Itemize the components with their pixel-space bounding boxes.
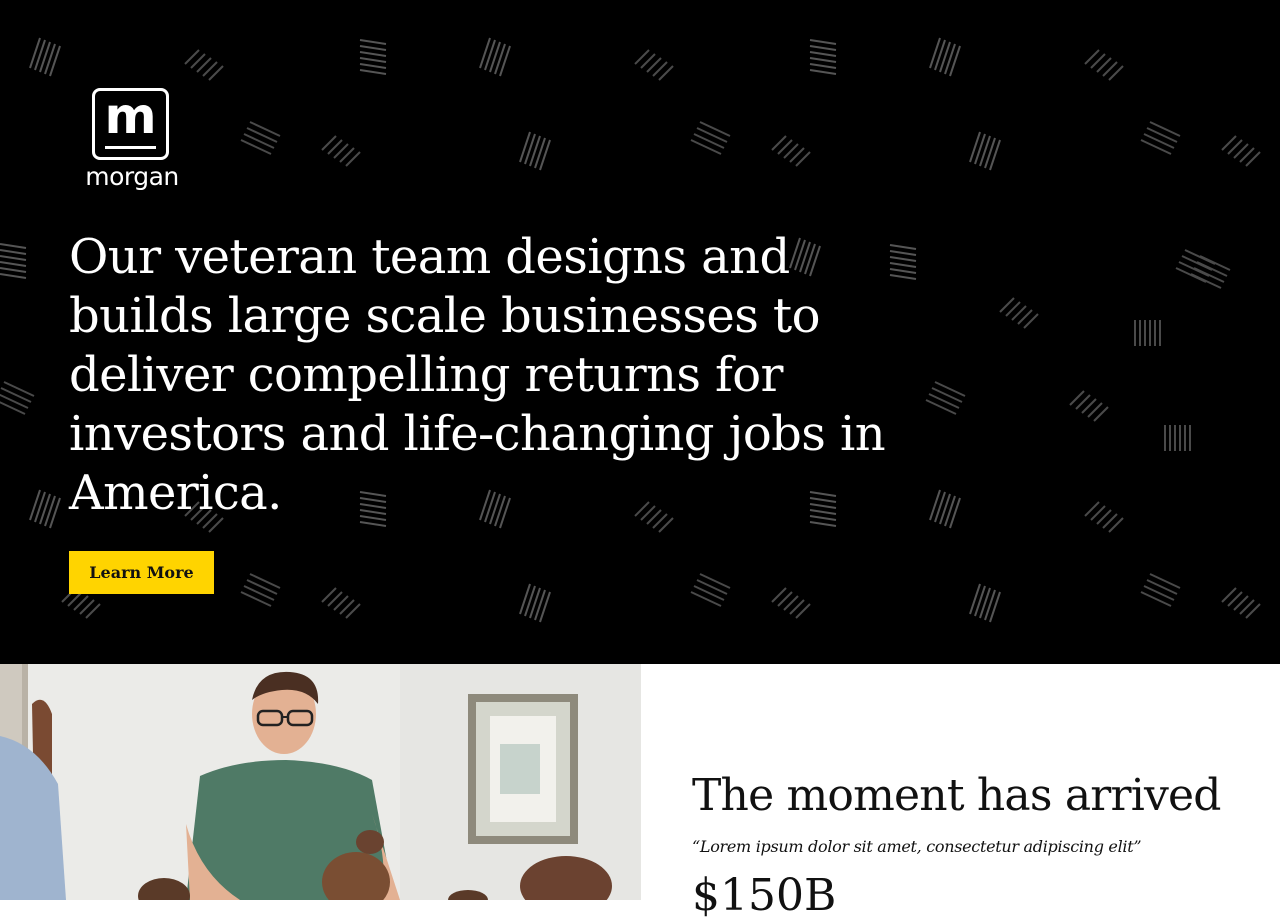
- feature-content: The moment has arrived “Lorem ipsum dolo…: [692, 664, 1252, 921]
- logo-mark: m: [92, 87, 169, 160]
- feature-stat: $150B: [692, 870, 837, 921]
- feature-quote: “Lorem ipsum dolor sit amet, consectetur…: [692, 837, 1142, 856]
- hero-section: m morgan Our veteran team designs and bu…: [0, 0, 1280, 664]
- feature-title: The moment has arrived: [692, 770, 1221, 821]
- morgan-logo-icon[interactable]: m morgan: [84, 87, 180, 196]
- learn-more-button[interactable]: Learn More: [69, 551, 214, 594]
- logo-letter: m: [104, 87, 157, 145]
- hero-headline: Our veteran team designs and builds larg…: [69, 229, 886, 521]
- logo-rule: [105, 146, 156, 149]
- feature-section: The moment has arrived “Lorem ipsum dolo…: [0, 664, 1280, 921]
- team-photo: [0, 664, 641, 900]
- logo-wordmark: morgan: [85, 162, 179, 191]
